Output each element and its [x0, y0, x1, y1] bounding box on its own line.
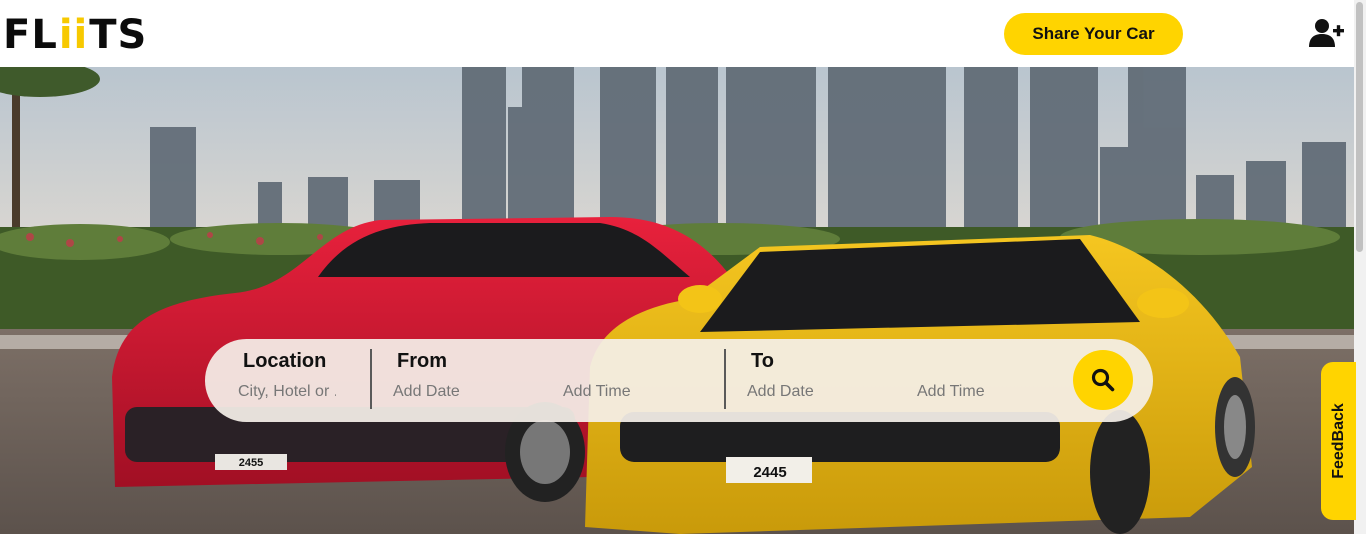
fliits-logo[interactable]: FL ii TS [3, 12, 147, 58]
search-bar: Location City, Hotel or . From Add Date … [205, 339, 1153, 422]
to-date-input[interactable]: Add Date [747, 382, 814, 402]
top-header: FL ii TS Share Your Car [0, 0, 1366, 67]
hero-image: 2455 2445 [0, 67, 1356, 534]
divider [370, 349, 372, 409]
location-input[interactable]: City, Hotel or . [238, 382, 336, 402]
scrollbar-thumb[interactable] [1356, 2, 1363, 252]
red-car-plate: 2455 [239, 457, 263, 469]
divider [724, 349, 726, 409]
feedback-tab[interactable]: FeedBack [1321, 362, 1356, 520]
from-date-input[interactable]: Add Date [393, 382, 460, 402]
user-plus-icon[interactable] [1309, 17, 1345, 49]
logo-ii: ii [58, 12, 89, 58]
to-time-input[interactable]: Add Time [917, 382, 985, 402]
search-icon [1091, 368, 1115, 392]
from-time-input[interactable]: Add Time [563, 382, 631, 402]
yellow-car-plate: 2445 [753, 464, 786, 481]
share-your-car-button[interactable]: Share Your Car [1004, 13, 1183, 55]
from-title: From [397, 350, 447, 372]
location-title: Location [243, 350, 327, 372]
to-title: To [751, 350, 774, 372]
logo-suffix: TS [89, 12, 148, 58]
feedback-label: FeedBack [1329, 403, 1347, 479]
logo-prefix: FL [3, 12, 58, 58]
search-button[interactable] [1073, 350, 1133, 410]
